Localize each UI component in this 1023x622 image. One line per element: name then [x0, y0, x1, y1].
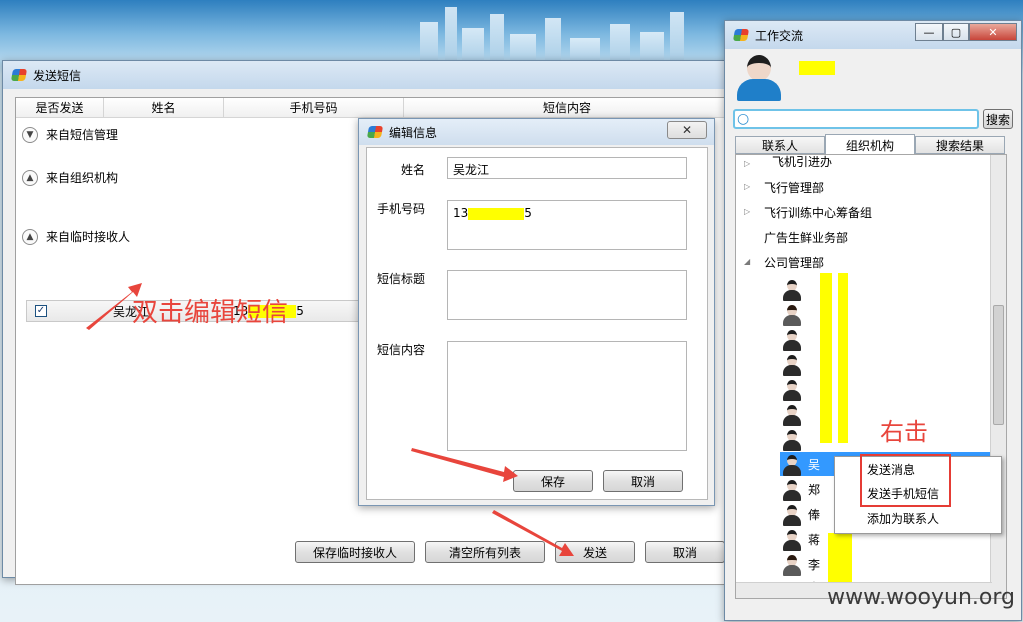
redacted-mark — [820, 273, 832, 443]
group-label: 来自组织机构 — [46, 171, 119, 185]
tab-search-results[interactable]: 搜索结果 — [915, 136, 1005, 154]
watermark: www.wooyun.org — [827, 585, 1015, 610]
redacted-mark — [799, 61, 835, 75]
menu-item-add-contact[interactable]: 添加为联系人 — [867, 510, 939, 527]
tab-bar: 联系人 组织机构 搜索结果 — [735, 134, 1017, 156]
close-window-button[interactable]: ✕ — [969, 23, 1017, 41]
tree-node[interactable]: 飞行管理部 — [764, 179, 824, 196]
avatar — [782, 279, 802, 301]
avatar — [782, 454, 802, 476]
maximize-button[interactable]: ▢ — [943, 23, 969, 41]
avatar — [782, 404, 802, 426]
member-name[interactable]: 俸 — [808, 506, 820, 523]
chevron-up-icon[interactable]: ▲ — [22, 228, 38, 245]
avatar — [782, 504, 802, 526]
search-icon: ○ — [737, 111, 750, 127]
name-field[interactable]: 吴龙江 — [447, 157, 687, 179]
save-button[interactable]: 保存 — [513, 470, 593, 492]
app-logo-icon — [733, 27, 749, 43]
tab-organization[interactable]: 组织机构 — [825, 134, 915, 156]
scroll-thumb[interactable] — [993, 305, 1004, 425]
column-header-name[interactable]: 姓名 — [104, 98, 224, 118]
avatar — [782, 479, 802, 501]
tree-node[interactable]: 飞行训练中心筹备组 — [764, 204, 872, 221]
group-label: 来自短信管理 — [46, 128, 119, 142]
cancel-button[interactable]: 取消 — [645, 541, 725, 563]
expand-arrow-icon[interactable]: ▷ — [744, 182, 750, 191]
tab-contacts[interactable]: 联系人 — [735, 136, 825, 154]
subject-label: 短信标题 — [377, 272, 426, 286]
cancel-button[interactable]: 取消 — [603, 470, 683, 492]
chevron-up-icon[interactable]: ▲ — [22, 169, 38, 186]
column-header-content[interactable]: 短信内容 — [404, 98, 731, 118]
member-name[interactable]: 郑 — [808, 481, 820, 498]
annotation-arrow-icon — [411, 448, 518, 482]
group-organization[interactable]: ▲ 来自组织机构 — [22, 169, 118, 186]
send-checkbox[interactable]: ✓ — [35, 305, 47, 317]
tree-node[interactable]: 广告生鲜业务部 — [764, 229, 848, 246]
content-field[interactable] — [447, 341, 687, 451]
annotation-arrow-icon — [86, 283, 142, 330]
column-header-send[interactable]: 是否发送 — [16, 98, 104, 118]
annotation-double-click: 双击编辑短信 — [132, 298, 289, 328]
group-temp-recipients[interactable]: ▲ 来自临时接收人 — [22, 228, 130, 245]
app-logo-icon — [11, 67, 27, 83]
chevron-down-icon[interactable]: ▼ — [22, 126, 38, 143]
edit-dialog-titlebar[interactable]: 编辑信息 — [359, 119, 714, 145]
avatar — [782, 304, 802, 326]
group-sms-management[interactable]: ▼ 来自短信管理 — [22, 126, 118, 143]
search-input[interactable] — [733, 109, 979, 129]
avatar — [782, 529, 802, 551]
expand-arrow-icon[interactable]: ▷ — [744, 159, 750, 168]
work-window-title: 工作交流 — [755, 28, 804, 43]
redacted-mark — [468, 207, 525, 220]
column-header-phone[interactable]: 手机号码 — [224, 98, 404, 118]
redacted-mark — [838, 273, 848, 443]
avatar — [782, 354, 802, 376]
app-logo-icon — [367, 124, 383, 140]
phone-field[interactable]: 13 5 — [447, 200, 687, 250]
member-name[interactable]: 李 — [808, 556, 820, 573]
collapse-arrow-icon[interactable]: ◢ — [744, 257, 750, 266]
sms-window-titlebar[interactable]: 发送短信 — [3, 61, 729, 89]
member-name[interactable]: 蒋 — [808, 531, 820, 548]
search-button[interactable]: 搜索 — [983, 109, 1013, 129]
subject-field[interactable] — [447, 270, 687, 320]
minimize-button[interactable]: — — [915, 23, 943, 41]
avatar — [782, 379, 802, 401]
avatar — [782, 429, 802, 451]
name-label: 姓名 — [401, 163, 426, 177]
tree-node[interactable]: 公司管理部 — [764, 254, 824, 271]
phone-label: 手机号码 — [377, 202, 426, 216]
save-temp-recipients-button[interactable]: 保存临时接收人 — [295, 541, 415, 563]
edit-dialog-title: 编辑信息 — [389, 125, 438, 140]
avatar — [782, 329, 802, 351]
close-dialog-button[interactable]: ✕ — [667, 121, 707, 139]
annotation-highlight-box — [860, 454, 951, 507]
group-label: 来自临时接收人 — [46, 230, 131, 244]
tree-node[interactable]: 飞机引进办 — [772, 155, 832, 170]
avatar — [782, 554, 802, 576]
expand-arrow-icon[interactable]: ▷ — [744, 207, 750, 216]
sms-window-title: 发送短信 — [33, 68, 82, 83]
avatar[interactable] — [735, 53, 783, 101]
annotation-right-click: 右击 — [880, 418, 928, 446]
content-label: 短信内容 — [377, 343, 426, 357]
member-name[interactable]: 吴 — [808, 456, 820, 473]
annotation-arrow-icon — [492, 510, 574, 556]
